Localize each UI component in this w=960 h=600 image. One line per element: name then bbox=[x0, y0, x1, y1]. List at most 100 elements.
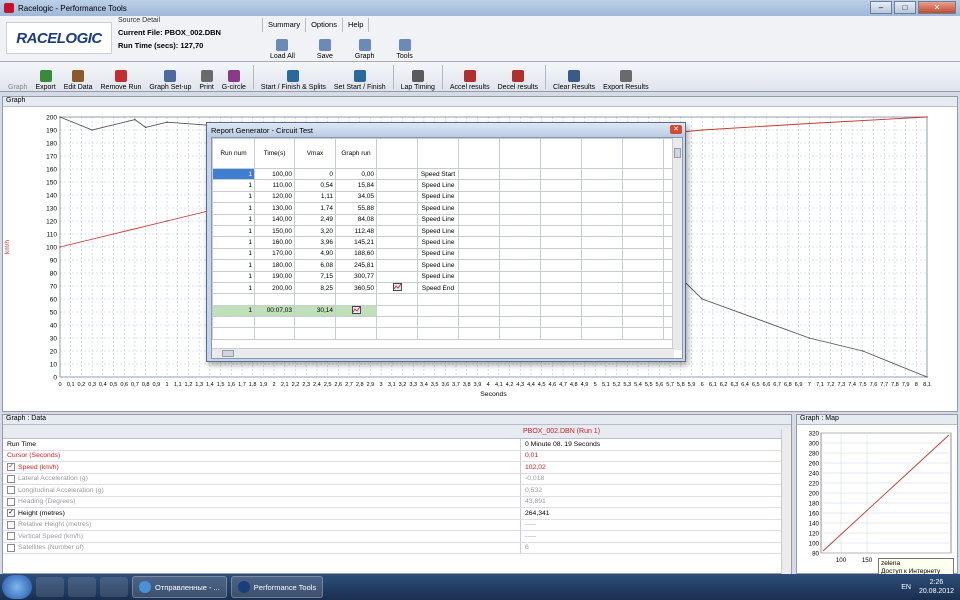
table-row[interactable] bbox=[212, 293, 682, 306]
taskbar-app-chrome[interactable]: Отправленные - ... bbox=[132, 576, 227, 598]
menu-help[interactable]: Help bbox=[343, 18, 370, 32]
clock[interactable]: 2:26 20.08.2012 bbox=[919, 578, 954, 596]
table-row[interactable]: 1 130,00 1,74 55,88 Speed Line bbox=[212, 202, 682, 215]
table-cell[interactable] bbox=[581, 259, 623, 272]
table-cell[interactable] bbox=[376, 259, 418, 272]
table-cell[interactable] bbox=[294, 316, 336, 329]
table-row[interactable] bbox=[212, 327, 682, 340]
table-cell[interactable] bbox=[376, 304, 418, 318]
table-cell[interactable] bbox=[581, 316, 623, 329]
table-cell[interactable] bbox=[540, 179, 582, 192]
table-cell[interactable] bbox=[622, 281, 664, 295]
event-label-cell[interactable]: Speed Line bbox=[417, 247, 459, 261]
table-cell[interactable]: 0 bbox=[294, 167, 336, 181]
chart-icon[interactable] bbox=[335, 304, 377, 318]
table-cell[interactable]: 1,74 bbox=[294, 202, 336, 215]
table-cell[interactable] bbox=[622, 247, 664, 261]
table-cell[interactable]: 360,50 bbox=[335, 281, 377, 295]
table-cell[interactable] bbox=[417, 293, 459, 306]
table-cell[interactable] bbox=[376, 236, 418, 249]
table-cell[interactable] bbox=[540, 304, 582, 318]
table-cell[interactable] bbox=[622, 190, 664, 204]
table-cell[interactable] bbox=[622, 213, 664, 226]
data-row[interactable]: Run Time 0 Minute 08. 19 Seconds bbox=[3, 439, 791, 451]
table-cell[interactable] bbox=[499, 247, 541, 261]
table-cell[interactable] bbox=[499, 202, 541, 215]
dialog-vertical-scrollbar[interactable] bbox=[672, 138, 682, 350]
table-cell[interactable] bbox=[458, 213, 500, 226]
ribbon-graph-button[interactable]: Graph bbox=[351, 34, 378, 60]
graph-setup-button[interactable]: Graph Set-up bbox=[145, 63, 195, 91]
table-cell[interactable] bbox=[376, 316, 418, 329]
table-cell[interactable]: 300,77 bbox=[335, 270, 377, 283]
event-label-cell[interactable]: Speed Line bbox=[417, 259, 459, 272]
table-cell[interactable] bbox=[581, 281, 623, 295]
data-row[interactable]: ✓ Height (metres) 264,341 bbox=[3, 508, 791, 520]
table-cell[interactable] bbox=[458, 190, 500, 204]
table-cell[interactable]: 160,00 bbox=[254, 236, 295, 249]
table-cell[interactable]: 1 bbox=[212, 259, 255, 272]
table-cell[interactable] bbox=[499, 190, 541, 204]
table-cell[interactable] bbox=[499, 224, 541, 238]
data-row[interactable]: Heading (Degrees) 43,891 bbox=[3, 496, 791, 508]
menu-options[interactable]: Options bbox=[306, 18, 343, 32]
table-cell[interactable] bbox=[458, 224, 500, 238]
table-cell[interactable] bbox=[376, 179, 418, 192]
table-cell[interactable] bbox=[458, 259, 500, 272]
table-cell[interactable]: 1 bbox=[212, 190, 255, 204]
table-cell[interactable] bbox=[622, 179, 664, 192]
table-cell[interactable] bbox=[540, 316, 582, 329]
lap-timing-button[interactable]: Lap Timing bbox=[397, 63, 439, 91]
table-cell[interactable] bbox=[376, 190, 418, 204]
table-cell[interactable] bbox=[254, 293, 295, 306]
table-cell[interactable] bbox=[499, 281, 541, 295]
table-cell[interactable] bbox=[499, 179, 541, 192]
table-cell[interactable] bbox=[622, 293, 664, 306]
table-cell[interactable]: 112,48 bbox=[335, 224, 377, 238]
channel-checkbox[interactable]: ✓ bbox=[7, 509, 15, 518]
table-cell[interactable]: 84,08 bbox=[335, 213, 377, 226]
summary-cell[interactable]: 1 bbox=[212, 304, 255, 318]
event-label-cell[interactable]: Speed Line bbox=[417, 190, 459, 204]
table-cell[interactable] bbox=[458, 167, 500, 181]
table-row[interactable]: 1 170,00 4,90 188,60 Speed Line bbox=[212, 247, 682, 261]
table-cell[interactable]: 3,20 bbox=[294, 224, 336, 238]
table-cell[interactable] bbox=[499, 236, 541, 249]
table-cell[interactable] bbox=[581, 190, 623, 204]
table-cell[interactable]: 7,15 bbox=[294, 270, 336, 283]
table-cell[interactable]: 6,08 bbox=[294, 259, 336, 272]
table-cell[interactable]: 200,00 bbox=[254, 281, 295, 295]
table-cell[interactable] bbox=[417, 316, 459, 329]
start-finish-splits-button[interactable]: Start / Finish & Splits bbox=[257, 63, 330, 91]
taskbar-app-performance-tools[interactable]: Performance Tools bbox=[230, 576, 324, 598]
table-cell[interactable] bbox=[499, 167, 541, 181]
table-row[interactable]: 1 200,00 8,25 360,50 Speed End bbox=[212, 281, 682, 295]
table-cell[interactable] bbox=[581, 213, 623, 226]
graph-tab[interactable]: Graph bbox=[4, 63, 31, 91]
table-cell[interactable] bbox=[458, 327, 500, 340]
table-cell[interactable] bbox=[376, 224, 418, 238]
table-cell[interactable]: 188,60 bbox=[335, 247, 377, 261]
dialog-horizontal-scrollbar[interactable] bbox=[212, 348, 674, 358]
event-label-cell[interactable]: Speed Line bbox=[417, 179, 459, 192]
table-row[interactable]: 1 110,00 0,54 15,84 Speed Line bbox=[212, 179, 682, 192]
ribbon-save-button[interactable]: Save bbox=[313, 34, 337, 60]
table-cell[interactable] bbox=[622, 236, 664, 249]
column-header[interactable] bbox=[376, 138, 418, 169]
column-header[interactable]: Run num bbox=[212, 138, 255, 169]
table-cell[interactable] bbox=[335, 293, 377, 306]
table-cell[interactable] bbox=[581, 247, 623, 261]
table-cell[interactable] bbox=[540, 281, 582, 295]
table-cell[interactable] bbox=[540, 202, 582, 215]
event-label-cell[interactable]: Speed Start bbox=[417, 167, 459, 181]
table-cell[interactable]: 1 bbox=[212, 167, 255, 181]
table-cell[interactable]: 190,00 bbox=[254, 270, 295, 283]
language-indicator[interactable]: EN bbox=[901, 584, 911, 591]
data-row[interactable]: Vertical Speed (km/h) ----- bbox=[3, 531, 791, 543]
close-button[interactable]: ✕ bbox=[918, 1, 956, 14]
channel-checkbox[interactable] bbox=[7, 520, 15, 529]
ribbon-tools-button[interactable]: Tools bbox=[392, 34, 416, 60]
table-cell[interactable] bbox=[540, 190, 582, 204]
table-cell[interactable] bbox=[499, 327, 541, 340]
table-cell[interactable] bbox=[335, 327, 377, 340]
